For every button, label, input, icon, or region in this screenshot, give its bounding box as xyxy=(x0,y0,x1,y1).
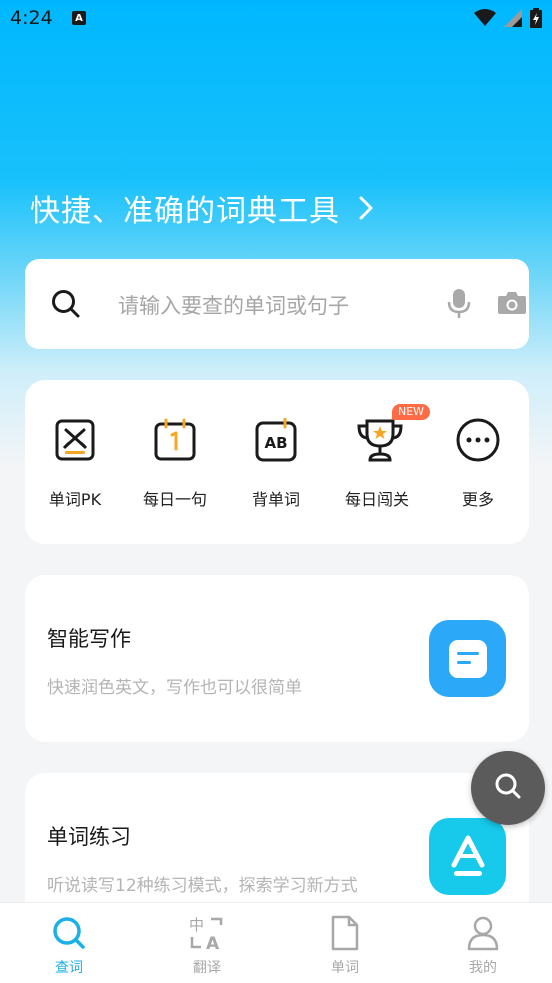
feature-word-pk[interactable]: 单词PK xyxy=(25,418,125,510)
card-subtitle: 听说读写12种练习模式，探索学习新方式 xyxy=(47,876,358,896)
ab-card-icon: AB xyxy=(254,417,298,462)
feature-memorize-words[interactable]: AB 背单词 xyxy=(226,417,326,510)
wifi-icon xyxy=(474,9,496,26)
signal-icon xyxy=(504,9,522,27)
hero-slogan: 快捷、准确的词典工具 xyxy=(30,194,340,229)
translate-icon: 中 A xyxy=(167,913,247,953)
status-indicators xyxy=(474,8,542,28)
tab-label: 查词 xyxy=(55,960,83,976)
status-bar: 4:24 A xyxy=(0,0,552,38)
feature-label: 单词PK xyxy=(48,490,102,509)
card-subtitle: 快速润色英文，写作也可以很简单 xyxy=(47,678,302,698)
camera-icon[interactable] xyxy=(497,291,527,319)
feature-label: 每日一句 xyxy=(142,490,207,509)
status-time: 4:24 xyxy=(10,7,53,29)
battery-icon xyxy=(530,8,542,28)
svg-text:A: A xyxy=(206,934,220,951)
svg-text:AB: AB xyxy=(264,434,287,452)
tab-label: 单词 xyxy=(331,960,359,976)
smart-writing-card[interactable]: 智能写作 快速润色英文，写作也可以很简单 xyxy=(25,575,529,742)
features-card: 单词PK 每日一句 AB 背单词 每日闯关 更多 xyxy=(25,380,529,544)
hero-slogan-link[interactable]: 快捷、准确的词典工具 xyxy=(30,186,374,230)
floating-search-button[interactable] xyxy=(471,751,545,825)
tab-words[interactable]: 单词 xyxy=(305,913,385,977)
new-badge: NEW xyxy=(392,404,431,420)
sword-pk-icon xyxy=(53,418,97,462)
bottom-tab-bar: 查词 中 A 翻译 单词 我的 xyxy=(0,902,552,983)
search-bar[interactable]: 请输入要查的单词或句子 xyxy=(25,259,529,349)
more-dots-icon xyxy=(456,418,500,462)
tab-profile[interactable]: 我的 xyxy=(443,913,523,977)
feature-label: 更多 xyxy=(461,490,494,509)
tab-translate[interactable]: 中 A 翻译 xyxy=(167,913,247,977)
tab-lookup[interactable]: 查词 xyxy=(29,913,109,977)
feature-label: 每日闯关 xyxy=(344,490,409,509)
search-icon xyxy=(29,913,109,953)
feature-daily-challenge[interactable]: 每日闯关 xyxy=(327,418,427,510)
card-title: 智能写作 xyxy=(47,627,131,651)
feature-daily-sentence[interactable]: 每日一句 xyxy=(125,418,225,510)
document-icon xyxy=(305,913,385,953)
document-lines-icon xyxy=(429,620,506,697)
search-icon xyxy=(493,771,523,805)
feature-label: 背单词 xyxy=(251,490,300,509)
chevron-right-icon xyxy=(358,195,374,221)
feature-more[interactable]: 更多 xyxy=(428,418,528,510)
card-title: 单词练习 xyxy=(47,825,131,849)
trophy-icon xyxy=(355,418,403,462)
letter-a-icon xyxy=(429,818,506,895)
profile-icon xyxy=(443,913,523,953)
search-icon xyxy=(51,289,81,323)
svg-text:中: 中 xyxy=(189,916,204,934)
microphone-icon[interactable] xyxy=(447,288,471,324)
search-input[interactable]: 请输入要查的单词或句子 xyxy=(118,290,349,320)
tab-label: 翻译 xyxy=(193,960,221,976)
tab-label: 我的 xyxy=(469,960,497,976)
calendar-icon xyxy=(153,418,197,462)
app-notification-icon: A xyxy=(72,11,86,25)
